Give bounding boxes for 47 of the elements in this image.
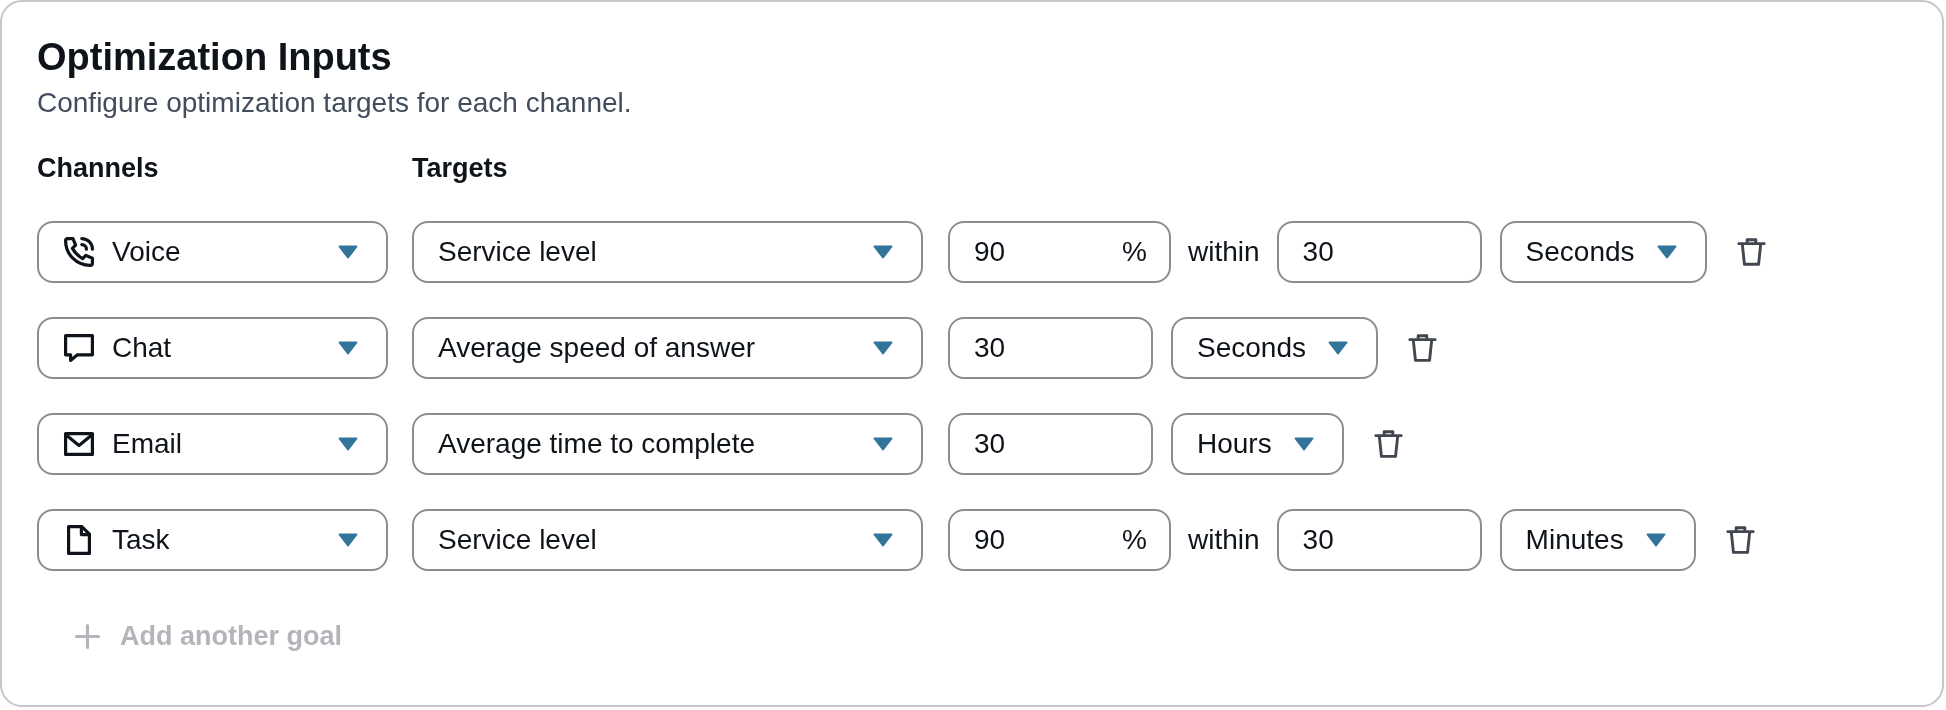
- trash-icon: [1407, 333, 1437, 363]
- section-description: Configure optimization targets for each channel.: [37, 86, 633, 120]
- caret-icon: [873, 437, 893, 451]
- caret-icon: [1293, 437, 1314, 451]
- caret-icon: [1645, 533, 1666, 547]
- plus-icon: [75, 623, 100, 649]
- unit-select[interactable]: Seconds: [1499, 221, 1707, 283]
- delete-button[interactable]: [1736, 237, 1766, 267]
- unit-select[interactable]: Minutes: [1499, 509, 1696, 571]
- target-select[interactable]: Average speed of answer: [412, 317, 923, 379]
- channel-select[interactable]: Voice: [37, 221, 388, 283]
- caret-icon: [338, 437, 358, 451]
- target-select[interactable]: Average time to complete: [412, 413, 923, 475]
- trash-icon: [1725, 525, 1755, 555]
- channel-select[interactable]: Chat: [37, 317, 388, 379]
- target-select[interactable]: Service level: [412, 509, 923, 571]
- value-input[interactable]: 30: [948, 317, 1153, 379]
- phone-icon: [63, 236, 95, 268]
- unit-select[interactable]: Seconds: [1171, 317, 1378, 379]
- caret-icon: [873, 245, 893, 259]
- connector-label: within: [1188, 236, 1260, 268]
- value-input[interactable]: 30: [1276, 221, 1482, 283]
- column-header: Channels: [37, 152, 160, 185]
- chat-icon: [63, 332, 95, 364]
- channel-select[interactable]: Task: [37, 509, 388, 571]
- percent-sign: %: [1122, 523, 1147, 557]
- delete-button[interactable]: [1725, 525, 1755, 555]
- channel-select[interactable]: Email: [37, 413, 388, 475]
- delete-button[interactable]: [1373, 429, 1403, 459]
- column-header: Targets: [412, 152, 508, 185]
- caret-icon: [873, 341, 893, 355]
- caret-icon: [338, 341, 358, 355]
- caret-icon: [338, 245, 358, 259]
- caret-icon: [1327, 341, 1348, 355]
- connector-label: within: [1188, 524, 1260, 556]
- caret-icon: [338, 533, 358, 547]
- trash-icon: [1373, 429, 1403, 459]
- trash-icon: [1736, 237, 1766, 267]
- target-select[interactable]: Service level: [412, 221, 923, 283]
- percent-sign: %: [1122, 235, 1147, 269]
- caret-icon: [1656, 245, 1677, 259]
- value-input[interactable]: 30: [1276, 509, 1482, 571]
- section-title: Optimization Inputs: [37, 35, 393, 80]
- value-input[interactable]: 30: [948, 413, 1153, 475]
- delete-button[interactable]: [1407, 333, 1437, 363]
- caret-icon: [873, 533, 893, 547]
- unit-select[interactable]: Hours: [1171, 413, 1344, 475]
